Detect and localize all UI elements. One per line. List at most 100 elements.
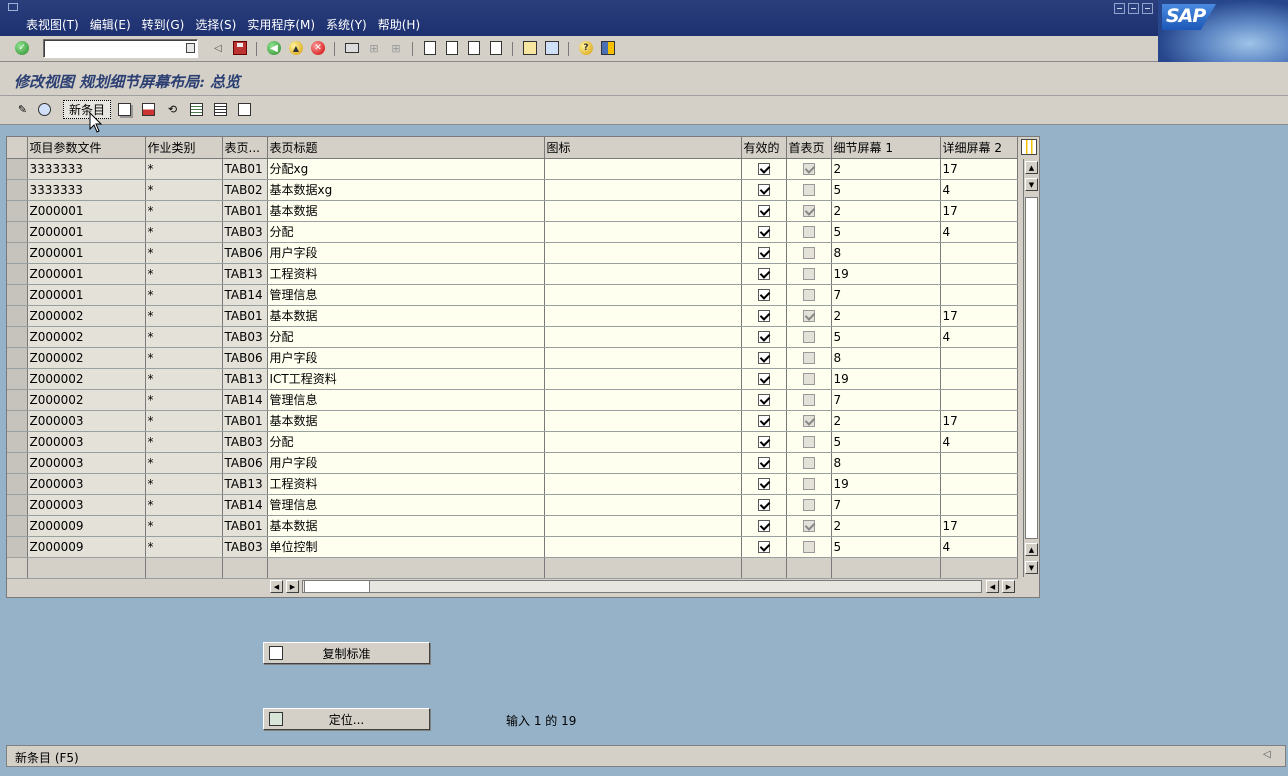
save-icon[interactable]	[232, 40, 248, 56]
copy-icon[interactable]	[116, 101, 133, 118]
system-menu-icon[interactable]	[8, 3, 18, 11]
cell-detail-2[interactable]: 17	[940, 515, 1018, 537]
cell-icon[interactable]	[544, 221, 742, 243]
row-selector[interactable]	[7, 263, 28, 285]
cell-detail-2[interactable]	[940, 473, 1018, 495]
position-button[interactable]: 定位...	[263, 708, 430, 730]
col-header-detail-1[interactable]: 细节屏幕 1	[831, 137, 941, 159]
cell-tab-title[interactable]: 管理信息	[267, 284, 545, 306]
menu-table-view[interactable]: 表视图(T)	[22, 16, 86, 33]
cell-icon[interactable]	[544, 305, 742, 327]
col-header-tab[interactable]: 表页...	[222, 137, 268, 159]
cell-detail-1[interactable]: 19	[831, 368, 941, 390]
active-checkbox[interactable]	[757, 184, 770, 196]
status-expand-icon[interactable]: ◁	[1263, 749, 1279, 763]
active-checkbox[interactable]	[757, 436, 770, 448]
cell-tab-title[interactable]: 分配	[267, 326, 545, 348]
cell-tab-title[interactable]: 基本数据	[267, 200, 545, 222]
active-checkbox[interactable]	[757, 499, 770, 511]
cell-icon[interactable]	[544, 368, 742, 390]
cancel-icon[interactable]: ✕	[310, 40, 326, 56]
active-checkbox[interactable]	[757, 310, 770, 322]
cell-detail-1[interactable]: 2	[831, 515, 941, 537]
active-checkbox[interactable]	[757, 226, 770, 238]
col-header-detail-2[interactable]: 详细屏幕 2	[940, 137, 1018, 159]
cell-tab-title[interactable]: 单位控制	[267, 536, 545, 558]
cell-detail-2[interactable]: 4	[940, 326, 1018, 348]
next-page-icon[interactable]	[466, 40, 482, 56]
row-selector[interactable]	[7, 179, 28, 201]
row-selector[interactable]	[7, 452, 28, 474]
cell-detail-2[interactable]: 4	[940, 179, 1018, 201]
row-selector[interactable]	[7, 473, 28, 495]
page-down-icon[interactable]: ▼	[1025, 561, 1038, 574]
cell-detail-1[interactable]: 19	[831, 263, 941, 285]
cell-tab-title[interactable]: 用户字段	[267, 242, 545, 264]
command-dropdown-icon[interactable]	[186, 43, 195, 53]
row-selector[interactable]	[7, 368, 28, 390]
menu-goto[interactable]: 转到(G)	[138, 16, 192, 33]
vertical-scrollbar[interactable]: ▲ ▼ ▲ ▼	[1023, 159, 1038, 577]
cell-icon[interactable]	[544, 536, 742, 558]
menu-select[interactable]: 选择(S)	[191, 16, 243, 33]
cell-detail-1[interactable]: 7	[831, 494, 941, 516]
cell-tab-title[interactable]: ICT工程资料	[267, 368, 545, 390]
cell-detail-2[interactable]: 4	[940, 221, 1018, 243]
cell-detail-1[interactable]: 5	[831, 179, 941, 201]
col-header-first-tab[interactable]: 首表页	[786, 137, 832, 159]
col-header-active[interactable]: 有效的	[741, 137, 787, 159]
display-icon[interactable]	[36, 101, 53, 118]
cell-detail-1[interactable]: 19	[831, 473, 941, 495]
active-checkbox[interactable]	[757, 289, 770, 301]
active-checkbox[interactable]	[757, 268, 770, 280]
cell-icon[interactable]	[544, 242, 742, 264]
scroll-right-end-icon[interactable]: ▶	[1002, 580, 1015, 593]
cell-detail-2[interactable]	[940, 494, 1018, 516]
cell-detail-1[interactable]: 7	[831, 284, 941, 306]
table-settings-icon[interactable]	[1021, 139, 1037, 155]
cell-icon[interactable]	[544, 263, 742, 285]
active-checkbox[interactable]	[757, 415, 770, 427]
close-window-icon[interactable]	[1142, 3, 1153, 14]
undo-icon[interactable]: ⟲	[164, 101, 181, 118]
cell-detail-1[interactable]: 2	[831, 410, 941, 432]
cell-icon[interactable]	[544, 473, 742, 495]
cell-tab-title[interactable]: 管理信息	[267, 494, 545, 516]
active-checkbox[interactable]	[757, 205, 770, 217]
cell-icon[interactable]	[544, 347, 742, 369]
cell-detail-2[interactable]	[940, 389, 1018, 411]
back-icon[interactable]: ◀	[266, 40, 282, 56]
first-page-icon[interactable]	[422, 40, 438, 56]
col-header-profile[interactable]: 项目参数文件	[27, 137, 146, 159]
help-icon[interactable]: ?	[578, 40, 594, 56]
row-selector[interactable]	[7, 305, 28, 327]
active-checkbox[interactable]	[757, 457, 770, 469]
shortcut-icon[interactable]	[544, 40, 560, 56]
scroll-up-icon[interactable]: ▲	[1025, 161, 1038, 174]
cell-icon[interactable]	[544, 515, 742, 537]
enter-icon[interactable]: ✓	[14, 40, 30, 56]
active-checkbox[interactable]	[757, 247, 770, 259]
cell-detail-1[interactable]: 5	[831, 221, 941, 243]
menu-help[interactable]: 帮助(H)	[374, 16, 427, 33]
layout-icon[interactable]	[600, 40, 616, 56]
cell-detail-1[interactable]: 8	[831, 347, 941, 369]
cell-detail-2[interactable]: 4	[940, 431, 1018, 453]
row-selector[interactable]	[7, 200, 28, 222]
page-up-icon[interactable]: ▲	[1025, 543, 1038, 556]
cell-tab-title[interactable]: 基本数据	[267, 410, 545, 432]
col-header-category[interactable]: 作业类别	[145, 137, 223, 159]
cell-tab-title[interactable]: 用户字段	[267, 347, 545, 369]
cell-tab-title[interactable]: 分配	[267, 431, 545, 453]
cell-icon[interactable]	[544, 452, 742, 474]
cell-detail-1[interactable]: 2	[831, 158, 941, 180]
row-selector[interactable]	[7, 389, 28, 411]
row-selector[interactable]	[7, 326, 28, 348]
cell-icon[interactable]	[544, 158, 742, 180]
cell-icon[interactable]	[544, 200, 742, 222]
scroll-left-icon[interactable]: ◀	[270, 580, 283, 593]
deselect-all-icon[interactable]	[236, 101, 253, 118]
new-session-icon[interactable]	[522, 40, 538, 56]
row-selector[interactable]	[7, 431, 28, 453]
cell-detail-1[interactable]: 8	[831, 242, 941, 264]
